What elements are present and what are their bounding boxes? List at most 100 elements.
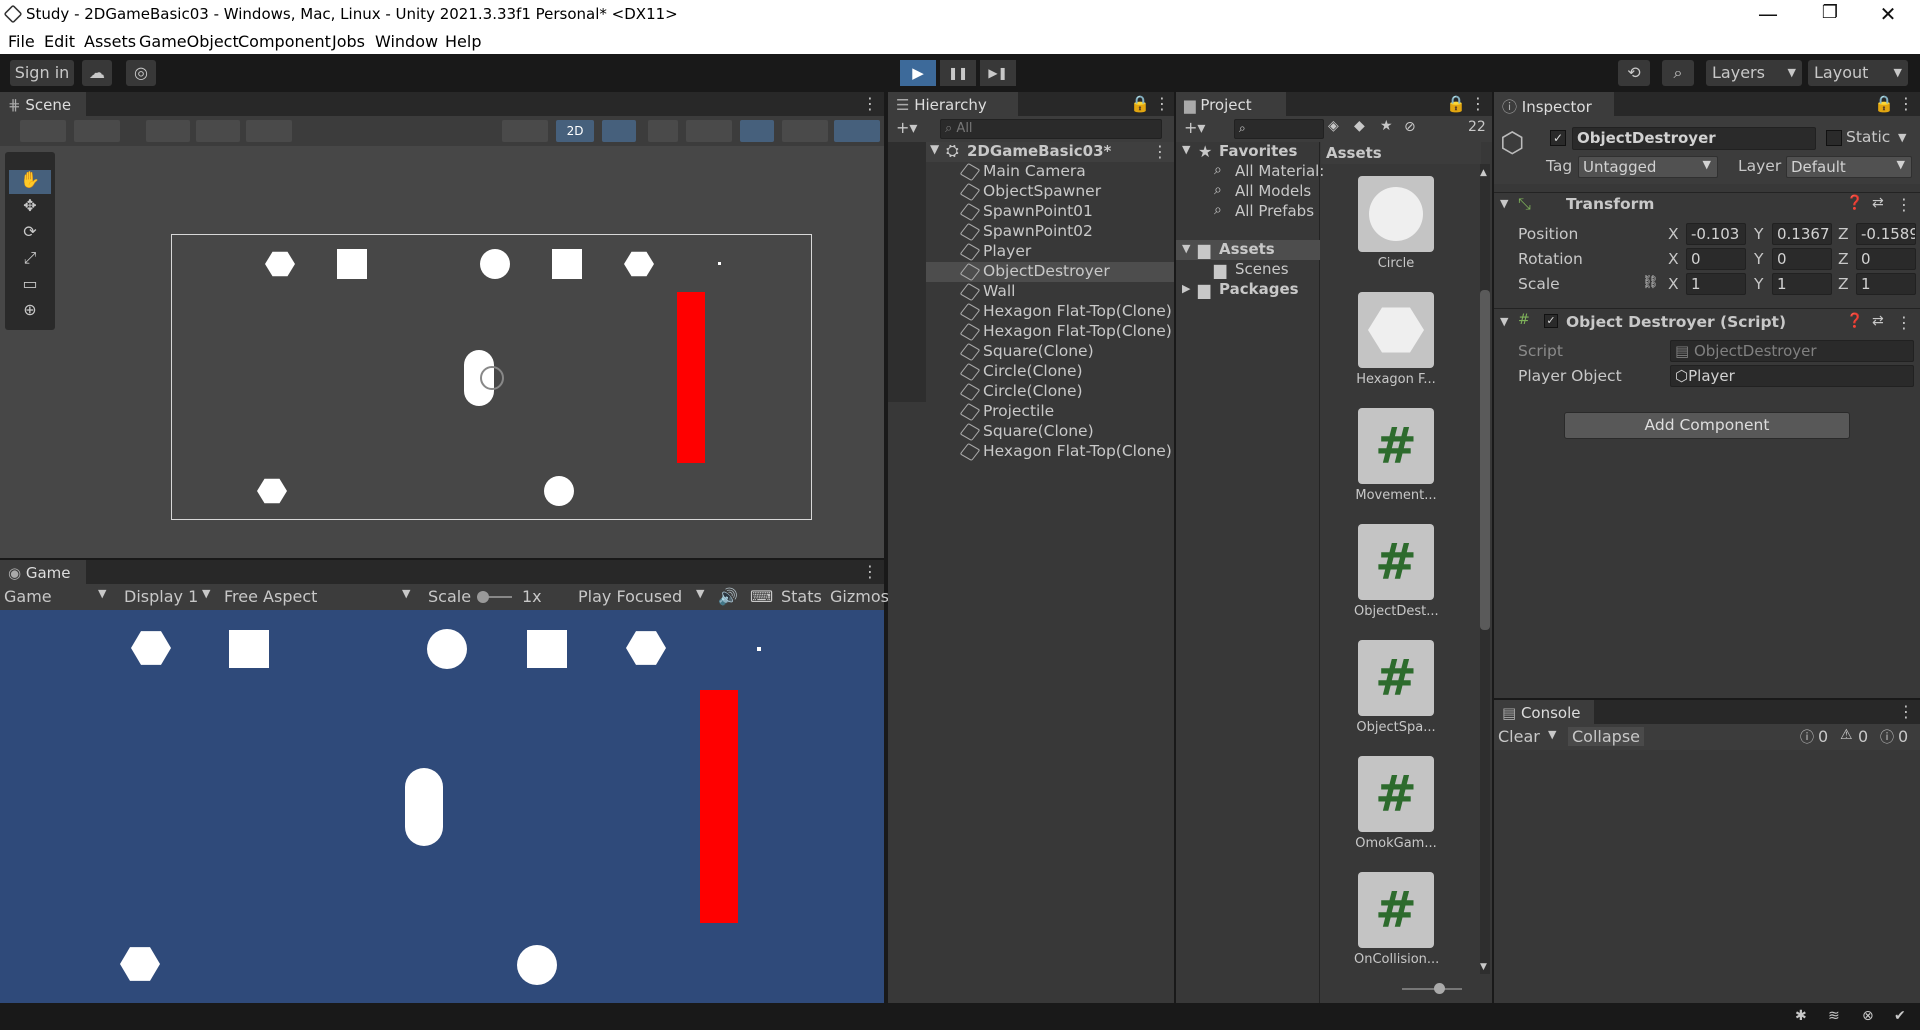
expand-arrow-icon[interactable]: ▼ (1182, 143, 1190, 156)
hierarchy-item[interactable]: Hexagon Flat-Top(Clone) (959, 442, 1172, 462)
tab-project[interactable]: ▆ Project (1176, 92, 1286, 116)
layers-stack-icon[interactable]: ≋ (1828, 1008, 1840, 1024)
snap-grid-button[interactable] (146, 120, 190, 142)
create-add-icon[interactable]: +▾ (1184, 118, 1205, 137)
rotation-y-field[interactable]: 0 (1772, 248, 1832, 270)
hierarchy-item[interactable]: ObjectSpawner (959, 182, 1101, 202)
gizmos-toggle[interactable] (834, 120, 880, 142)
minimize-button[interactable]: — (1748, 2, 1788, 26)
hierarchy-item[interactable]: Hexagon Flat-Top(Clone) (959, 322, 1172, 342)
asset-oncollision-script[interactable]: # OnCollision... (1354, 872, 1439, 967)
tab-hierarchy[interactable]: ☰ Hierarchy (888, 92, 1018, 116)
favorites-label[interactable]: Favorites (1219, 142, 1297, 160)
help-icon[interactable]: ❓ (1846, 195, 1863, 211)
rect-tool-icon[interactable]: ▭ (9, 274, 51, 298)
menu-component[interactable]: Component (238, 32, 331, 51)
rotate-tool-icon[interactable]: ⟳ (9, 222, 51, 246)
position-z-field[interactable]: -0.1589 (1856, 223, 1916, 245)
hierarchy-item[interactable]: Projectile (959, 402, 1054, 422)
fav-all-models[interactable]: All Models (1235, 182, 1311, 200)
console-menu-icon[interactable]: ⋮ (1898, 702, 1914, 721)
search-by-type-icon[interactable]: ◈ (1328, 118, 1339, 134)
tag-dropdown[interactable]: Untagged ▼ (1578, 156, 1718, 178)
debug-icon[interactable]: ✱ (1795, 1008, 1807, 1024)
search-by-label-icon[interactable]: ◆ (1354, 118, 1365, 134)
move-tool-icon[interactable]: ✥ (9, 196, 51, 220)
component-menu-icon[interactable]: ⋮ (1896, 313, 1912, 332)
menu-edit[interactable]: Edit (44, 32, 75, 51)
hierarchy-item[interactable]: ObjectDestroyer (959, 262, 1110, 282)
checkmark-icon[interactable]: ✔ (1894, 1008, 1906, 1024)
player-object-field[interactable]: ⬡Player (1670, 365, 1914, 387)
scene-square[interactable] (552, 249, 582, 279)
aspect-dropdown[interactable]: Free Aspect (224, 587, 317, 606)
collapse-button[interactable]: Collapse (1568, 727, 1644, 746)
project-scrollbar-thumb[interactable] (1480, 290, 1490, 630)
constrain-proportions-icon[interactable]: ⛓ (1642, 275, 1659, 290)
lock-icon[interactable]: 🔒 (1130, 94, 1150, 113)
network-icon[interactable]: ⊗ (1862, 1008, 1874, 1024)
scene-circle[interactable] (480, 249, 510, 279)
inspector-menu-icon[interactable]: ⋮ (1898, 94, 1914, 113)
asset-movement-script[interactable]: # Movement... (1354, 408, 1438, 503)
active-checkbox[interactable]: ✓ (1550, 130, 1566, 146)
display-dropdown[interactable]: Display 1 (124, 587, 198, 606)
expand-arrow-icon[interactable]: ▼ (1182, 242, 1190, 255)
asset-omokgame-script[interactable]: # OmokGam... (1354, 756, 1438, 851)
chevron-down-icon[interactable]: ▼ (1898, 131, 1906, 144)
effects-toggle[interactable] (686, 120, 732, 142)
tab-inspector[interactable]: ⓘ Inspector (1494, 92, 1614, 116)
info-icon[interactable]: ⓘ (1800, 727, 1814, 747)
static-checkbox[interactable] (1826, 130, 1842, 146)
rotation-x-field[interactable]: 0 (1686, 248, 1746, 270)
menu-window[interactable]: Window (375, 32, 438, 51)
hand-tool-icon[interactable]: ✋ (9, 170, 51, 194)
fav-all-prefabs[interactable]: All Prefabs (1235, 202, 1314, 220)
scene-wall[interactable] (677, 292, 705, 463)
chevron-down-icon[interactable]: ▼ (1548, 728, 1556, 741)
favorite-star-icon[interactable]: ★ (1380, 118, 1393, 134)
asset-objectspawner-script[interactable]: # ObjectSpa... (1354, 640, 1438, 735)
warning-icon[interactable]: ⚠ (1840, 727, 1853, 743)
menu-help[interactable]: Help (445, 32, 481, 51)
scale-slider-handle[interactable] (477, 591, 489, 603)
preset-icon[interactable]: ⇄ (1872, 195, 1884, 211)
expand-arrow-icon[interactable]: ▼ (1500, 315, 1508, 328)
project-menu-icon[interactable]: ⋮ (1470, 94, 1486, 113)
hierarchy-item[interactable]: SpawnPoint02 (959, 222, 1093, 242)
grid-visibility-button[interactable] (196, 120, 240, 142)
scene-menu-icon[interactable]: ⋮ (862, 94, 878, 113)
layers-dropdown[interactable]: Layers ▼ (1706, 60, 1802, 86)
menu-assets[interactable]: Assets (84, 32, 136, 51)
layer-dropdown[interactable]: Default ▼ (1786, 156, 1912, 178)
keyboard-icon[interactable]: ⌨ (750, 587, 773, 606)
menu-gameobject[interactable]: GameObject (139, 32, 239, 51)
camera-settings-button[interactable] (782, 120, 828, 142)
render-mode-button[interactable] (74, 120, 120, 142)
sign-in-button[interactable]: Sign in (10, 60, 74, 86)
hierarchy-item[interactable]: Circle(Clone) (959, 362, 1083, 382)
close-button[interactable]: ✕ (1868, 2, 1908, 26)
collapse-arrow-icon[interactable]: ▶ (1182, 282, 1190, 295)
expand-arrow-icon[interactable]: ▼ (1500, 197, 1508, 210)
tab-game[interactable]: ◉ Game (0, 560, 86, 584)
rotation-z-field[interactable]: 0 (1856, 248, 1916, 270)
pause-button[interactable]: ❚❚ (940, 60, 976, 86)
lock-icon[interactable]: 🔒 (1446, 94, 1466, 113)
menu-file[interactable]: File (8, 32, 35, 51)
scene-square[interactable] (337, 249, 367, 279)
script-enabled-checkbox[interactable]: ✓ (1544, 314, 1558, 328)
hierarchy-item[interactable]: Square(Clone) (959, 342, 1094, 362)
hidden-packages-icon[interactable]: ⊘ (1404, 119, 1416, 135)
component-menu-icon[interactable]: ⋮ (1896, 195, 1912, 214)
gizmos-button[interactable]: Gizmos (830, 587, 889, 606)
object-destroyer-gizmo-icon[interactable] (480, 366, 504, 390)
draw-mode-button[interactable] (20, 120, 66, 142)
layout-dropdown[interactable]: Layout ▼ (1808, 60, 1908, 86)
clear-button[interactable]: Clear (1498, 727, 1540, 746)
hierarchy-item[interactable]: Player (959, 242, 1031, 262)
scene-menu-icon[interactable]: ⋮ (1152, 142, 1168, 161)
search-icon[interactable]: ⌕ (1662, 60, 1694, 86)
project-search-input[interactable]: ⌕ (1234, 119, 1324, 139)
increment-snap-button[interactable] (246, 120, 292, 142)
